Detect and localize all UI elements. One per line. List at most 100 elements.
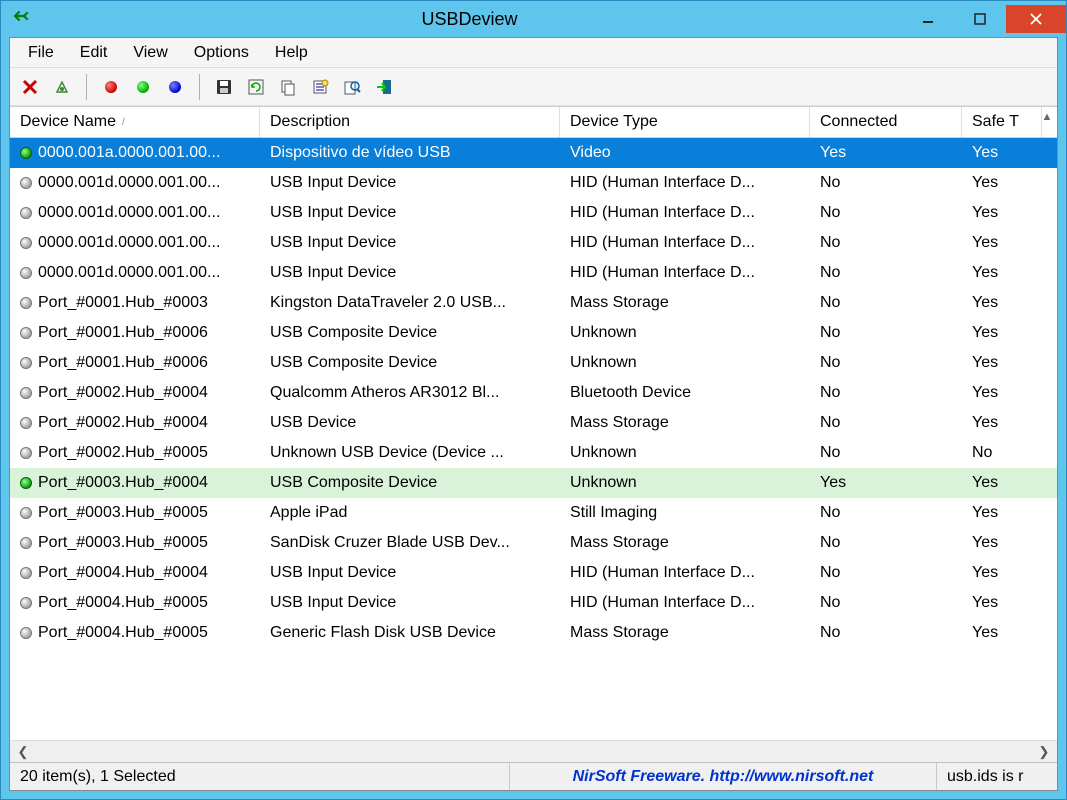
titlebar[interactable]: USBDeview	[1, 1, 1066, 37]
table-row[interactable]: Port_#0004.Hub_#0005USB Input DeviceHID …	[10, 588, 1057, 618]
cell-safe: Yes	[962, 384, 1042, 402]
cell-device-type: Still Imaging	[560, 504, 810, 522]
status-dot-icon	[20, 207, 32, 219]
menu-help[interactable]: Help	[263, 40, 320, 66]
cell-device-name: Port_#0004.Hub_#0005	[10, 594, 260, 612]
statusbar: 20 item(s), 1 Selected NirSoft Freeware.…	[10, 762, 1057, 790]
status-nirsoft-link[interactable]: NirSoft Freeware. http://www.nirsoft.net	[510, 763, 937, 790]
scroll-right-icon[interactable]: ❯	[1035, 743, 1053, 761]
table-row[interactable]: 0000.001d.0000.001.00...USB Input Device…	[10, 228, 1057, 258]
cell-description: USB Input Device	[260, 264, 560, 282]
table-row[interactable]: Port_#0001.Hub_#0003Kingston DataTravele…	[10, 288, 1057, 318]
table-row[interactable]: Port_#0004.Hub_#0005Generic Flash Disk U…	[10, 618, 1057, 648]
table-row[interactable]: 0000.001d.0000.001.00...USB Input Device…	[10, 258, 1057, 288]
cell-connected: No	[810, 564, 962, 582]
cell-description: SanDisk Cruzer Blade USB Dev...	[260, 534, 560, 552]
close-button[interactable]	[1006, 5, 1066, 33]
cell-safe: Yes	[962, 534, 1042, 552]
exit-icon[interactable]	[370, 73, 398, 101]
green-dot-icon[interactable]	[129, 73, 157, 101]
properties-icon[interactable]	[306, 73, 334, 101]
cell-device-name: Port_#0001.Hub_#0006	[10, 324, 260, 342]
cell-connected: No	[810, 354, 962, 372]
table-row[interactable]: Port_#0002.Hub_#0005Unknown USB Device (…	[10, 438, 1057, 468]
cell-description: USB Input Device	[260, 564, 560, 582]
cell-device-type: Mass Storage	[560, 294, 810, 312]
cell-connected: No	[810, 264, 962, 282]
status-dot-icon	[20, 507, 32, 519]
menu-edit[interactable]: Edit	[68, 40, 120, 66]
delete-icon[interactable]	[16, 73, 44, 101]
minimize-button[interactable]	[902, 5, 954, 33]
cell-device-name: 0000.001d.0000.001.00...	[10, 234, 260, 252]
cell-safe: Yes	[962, 414, 1042, 432]
menu-file[interactable]: File	[16, 40, 66, 66]
scroll-up-icon[interactable]: ▲	[1039, 109, 1055, 125]
save-icon[interactable]	[210, 73, 238, 101]
status-dot-icon	[20, 627, 32, 639]
horizontal-scrollbar[interactable]: ❮ ❯	[10, 740, 1057, 762]
toolbar	[10, 68, 1057, 106]
table-row[interactable]: 0000.001a.0000.001.00...Dispositivo de v…	[10, 138, 1057, 168]
cell-device-name: 0000.001a.0000.001.00...	[10, 144, 260, 162]
maximize-button[interactable]	[954, 5, 1006, 33]
cell-device-type: HID (Human Interface D...	[560, 174, 810, 192]
cell-description: USB Input Device	[260, 174, 560, 192]
toolbar-separator	[86, 74, 87, 100]
cell-connected: No	[810, 384, 962, 402]
table-row[interactable]: Port_#0001.Hub_#0006USB Composite Device…	[10, 318, 1057, 348]
table-row[interactable]: Port_#0001.Hub_#0006USB Composite Device…	[10, 348, 1057, 378]
cell-device-name: Port_#0001.Hub_#0003	[10, 294, 260, 312]
status-dot-icon	[20, 417, 32, 429]
table-row[interactable]: 0000.001d.0000.001.00...USB Input Device…	[10, 168, 1057, 198]
status-dot-icon	[20, 147, 32, 159]
cell-description: USB Composite Device	[260, 324, 560, 342]
scroll-left-icon[interactable]: ❮	[14, 743, 32, 761]
status-item-count: 20 item(s), 1 Selected	[10, 763, 510, 790]
window-title: USBDeview	[37, 9, 902, 30]
status-usb-ids: usb.ids is r	[937, 763, 1057, 790]
cell-device-type: Bluetooth Device	[560, 384, 810, 402]
cell-safe: Yes	[962, 474, 1042, 492]
cell-device-name: Port_#0001.Hub_#0006	[10, 354, 260, 372]
device-list[interactable]: 0000.001a.0000.001.00...Dispositivo de v…	[10, 138, 1057, 740]
table-row[interactable]: Port_#0002.Hub_#0004USB DeviceMass Stora…	[10, 408, 1057, 438]
table-row[interactable]: Port_#0003.Hub_#0005SanDisk Cruzer Blade…	[10, 528, 1057, 558]
column-header-device-name[interactable]: Device Name/	[10, 107, 260, 137]
toolbar-separator	[199, 74, 200, 100]
recycle-icon[interactable]	[48, 73, 76, 101]
table-row[interactable]: Port_#0004.Hub_#0004USB Input DeviceHID …	[10, 558, 1057, 588]
column-header-safe[interactable]: Safe T	[962, 107, 1042, 137]
find-icon[interactable]	[338, 73, 366, 101]
copy-icon[interactable]	[274, 73, 302, 101]
column-header-device-type[interactable]: Device Type	[560, 107, 810, 137]
cell-safe: Yes	[962, 264, 1042, 282]
column-header-description[interactable]: Description	[260, 107, 560, 137]
cell-device-type: HID (Human Interface D...	[560, 204, 810, 222]
status-dot-icon	[20, 597, 32, 609]
status-dot-icon	[20, 387, 32, 399]
blue-dot-icon[interactable]	[161, 73, 189, 101]
cell-device-type: HID (Human Interface D...	[560, 564, 810, 582]
cell-device-name: 0000.001d.0000.001.00...	[10, 264, 260, 282]
table-row[interactable]: Port_#0002.Hub_#0004Qualcomm Atheros AR3…	[10, 378, 1057, 408]
cell-device-type: HID (Human Interface D...	[560, 594, 810, 612]
cell-device-name: Port_#0003.Hub_#0004	[10, 474, 260, 492]
refresh-icon[interactable]	[242, 73, 270, 101]
cell-device-type: Mass Storage	[560, 414, 810, 432]
cell-device-type: Mass Storage	[560, 624, 810, 642]
column-header-connected[interactable]: Connected	[810, 107, 962, 137]
app-icon	[9, 8, 31, 30]
cell-description: Generic Flash Disk USB Device	[260, 624, 560, 642]
table-row[interactable]: Port_#0003.Hub_#0005Apple iPadStill Imag…	[10, 498, 1057, 528]
cell-connected: No	[810, 534, 962, 552]
cell-safe: Yes	[962, 204, 1042, 222]
table-row[interactable]: 0000.001d.0000.001.00...USB Input Device…	[10, 198, 1057, 228]
menu-options[interactable]: Options	[182, 40, 261, 66]
window-buttons	[902, 5, 1066, 33]
cell-device-type: Mass Storage	[560, 534, 810, 552]
table-row[interactable]: Port_#0003.Hub_#0004USB Composite Device…	[10, 468, 1057, 498]
cell-device-name: 0000.001d.0000.001.00...	[10, 204, 260, 222]
menu-view[interactable]: View	[121, 40, 179, 66]
red-dot-icon[interactable]	[97, 73, 125, 101]
